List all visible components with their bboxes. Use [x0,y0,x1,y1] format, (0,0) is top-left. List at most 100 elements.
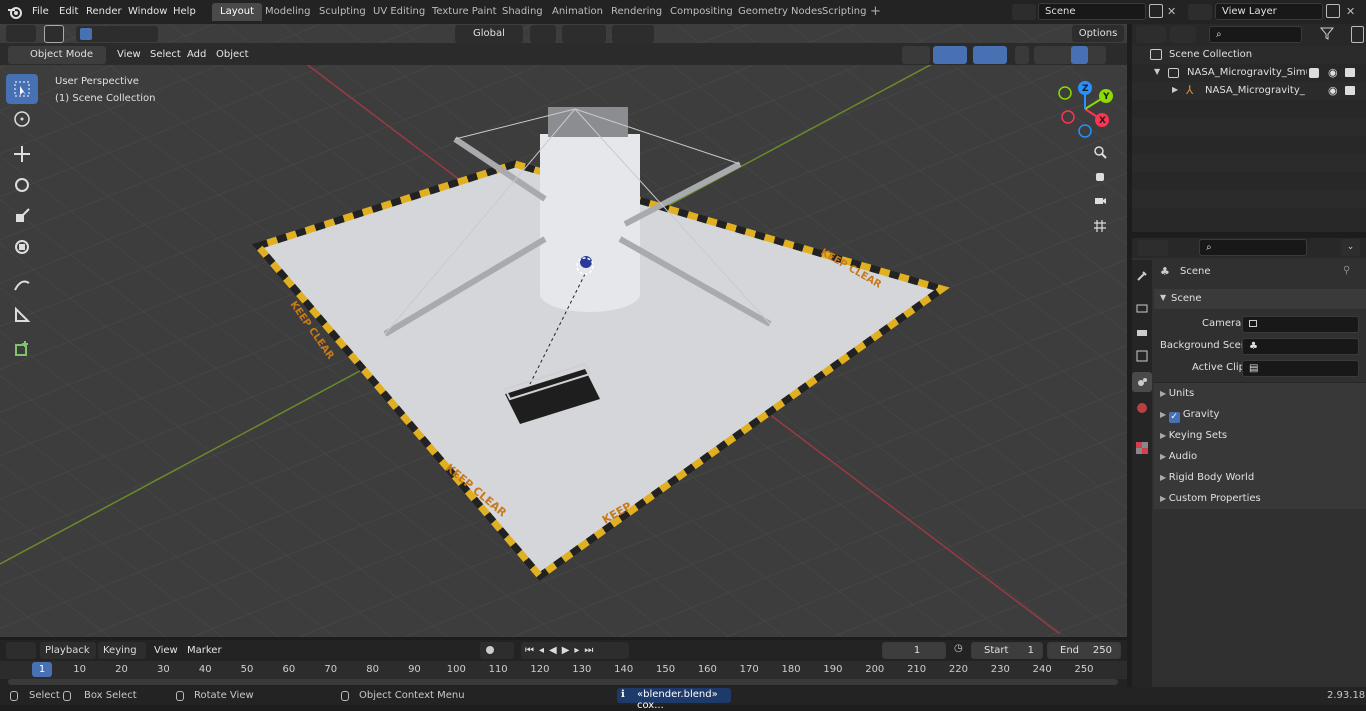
blender-logo-icon[interactable] [7,4,23,20]
texture-tab-icon[interactable] [1132,438,1152,458]
camera-view-icon[interactable] [1088,188,1112,212]
ortho-grid-icon[interactable] [1088,214,1112,238]
annotate-tool-icon[interactable] [6,269,38,299]
options-button[interactable]: Options [1072,25,1124,42]
eye-icon[interactable]: ◉ [1328,66,1338,79]
frame-tick: 130 [572,664,592,675]
tab-uv-editing[interactable]: UV Editing [365,3,433,21]
menu-help[interactable]: Help [167,3,202,21]
close-icon[interactable]: ✕ [1167,5,1176,18]
add-workspace-icon[interactable]: + [870,5,883,18]
frame-tick: 140 [614,664,634,675]
tab-modeling[interactable]: Modeling [257,3,319,21]
section-expand-icon[interactable]: ▼ [1160,293,1166,302]
active-clip-field[interactable]: ▤ [1242,360,1359,377]
render-tab-icon[interactable] [1132,298,1152,318]
scene-section-header[interactable]: Scene [1171,293,1202,304]
scale-tool-icon[interactable] [6,201,38,231]
tab-compositing[interactable]: Compositing [662,3,741,21]
overlay-toggle-icon[interactable] [973,46,1007,64]
eye-icon[interactable]: ◉ [1328,84,1338,97]
tab-rendering[interactable]: Rendering [603,3,670,21]
display-mode-icon[interactable] [1170,26,1196,43]
menu-window[interactable]: Window [122,3,173,21]
frame-tick: 1 [38,664,46,675]
menu-add[interactable]: Add [181,46,212,64]
transform-orientation[interactable]: Global [455,25,523,43]
filter-icon[interactable] [1319,26,1346,43]
tab-animation[interactable]: Animation [544,3,611,21]
tab-layout[interactable]: Layout [212,3,262,21]
shading-modes[interactable] [1034,46,1106,64]
tool-tab-icon[interactable] [1132,266,1152,286]
panel-units[interactable]: ▶ Units [1154,383,1366,404]
gravity-checkbox[interactable]: ✓ [1168,412,1180,423]
panel-audio[interactable]: ▶ Audio [1154,446,1366,467]
navigation-gizmo[interactable]: X Y Z [1055,79,1115,139]
zoom-icon[interactable] [1088,140,1112,164]
panel-custom-properties[interactable]: ▶ Custom Properties [1154,488,1366,509]
panel-gravity[interactable]: ▶ ✓ Gravity [1154,404,1366,425]
pan-hand-icon[interactable] [1088,164,1112,188]
select-box-tool-icon[interactable] [6,74,38,104]
rotate-tool-icon[interactable] [6,170,38,200]
camera-render-icon[interactable] [1345,86,1355,95]
properties-editor-icon[interactable] [1138,240,1168,256]
tab-scripting[interactable]: Scripting [814,3,874,21]
transform-tool-icon[interactable] [6,232,38,262]
view-layer-tab-icon[interactable] [1132,346,1152,366]
new-view-layer-icon[interactable] [1326,4,1340,18]
outliner-editor-icon[interactable] [1136,26,1166,43]
measure-tool-icon[interactable] [6,300,38,330]
scene-collection-label[interactable]: Scene Collection [1169,49,1252,60]
outliner-item-object[interactable]: NASA_Microgravity_Simu [1205,85,1305,96]
pivot-icon[interactable] [530,25,556,43]
camera-render-icon[interactable] [1345,68,1355,77]
move-tool-icon[interactable] [6,139,38,169]
camera-field[interactable] [1242,316,1359,333]
collapse-arrow-icon[interactable]: ▶ [1172,85,1178,94]
scene-name-field[interactable]: Scene [1038,3,1146,20]
menu-file[interactable]: File [26,3,55,21]
menu-render[interactable]: Render [80,3,128,21]
report-banner[interactable]: ℹ «blender.blend» cox... [617,688,731,711]
editor-type-icon[interactable] [6,25,36,42]
output-tab-icon[interactable] [1132,322,1152,342]
visibility-icon[interactable] [902,46,930,64]
timeline-scrollbar[interactable] [8,679,1118,685]
cursor-tool-icon[interactable] [6,104,38,134]
gizmo-toggle-icon[interactable] [933,46,967,64]
tab-texture-paint[interactable]: Texture Paint [424,3,505,21]
select-new-icon[interactable] [80,28,92,40]
panel-rigid-body-world[interactable]: ▶ Rigid Body World [1154,467,1366,488]
select-mode-icons[interactable] [76,26,158,42]
expand-arrow-icon[interactable]: ▼ [1154,67,1160,76]
scene-tab-icon[interactable] [1132,372,1152,392]
3d-viewport[interactable]: KEEP CLEAR KEEP CLEAR KEEP CLEAR KEEP Gl… [0,24,1127,637]
background-scene-field[interactable]: ♣ [1242,338,1359,355]
chevron-down-icon[interactable]: ⌄ [1341,239,1360,256]
properties-search-input[interactable]: ⌕ [1199,239,1307,256]
snap-icon[interactable] [562,25,606,43]
view-layer-browse-icon[interactable] [1188,4,1212,20]
outliner-item-collection[interactable]: NASA_Microgravity_Simulator [1187,67,1307,78]
add-cube-tool-icon[interactable] [6,334,38,364]
world-tab-icon[interactable] [1132,398,1152,418]
mode-dropdown[interactable]: Object Mode [8,46,106,64]
new-collection-icon[interactable] [1351,26,1364,43]
outliner-search-input[interactable]: ⌕ [1209,26,1302,43]
menu-object[interactable]: Object [210,46,255,64]
proportional-edit-icon[interactable] [612,25,654,43]
scene-browse-icon[interactable] [1012,4,1036,20]
close-icon[interactable]: ✕ [1346,5,1355,18]
panel-keying-sets[interactable]: ▶ Keying Sets [1154,425,1366,446]
solid-shading-icon[interactable] [1071,46,1088,64]
pin-icon[interactable]: ⚲ [1343,265,1350,276]
xray-icon[interactable] [1015,46,1029,64]
tab-shading[interactable]: Shading [494,3,551,21]
menu-view[interactable]: View [111,46,147,64]
select-cursor-icon[interactable] [44,25,64,43]
new-scene-icon[interactable] [1149,4,1163,18]
view-layer-field[interactable]: View Layer [1215,3,1323,20]
exclude-checkbox[interactable] [1309,68,1319,78]
